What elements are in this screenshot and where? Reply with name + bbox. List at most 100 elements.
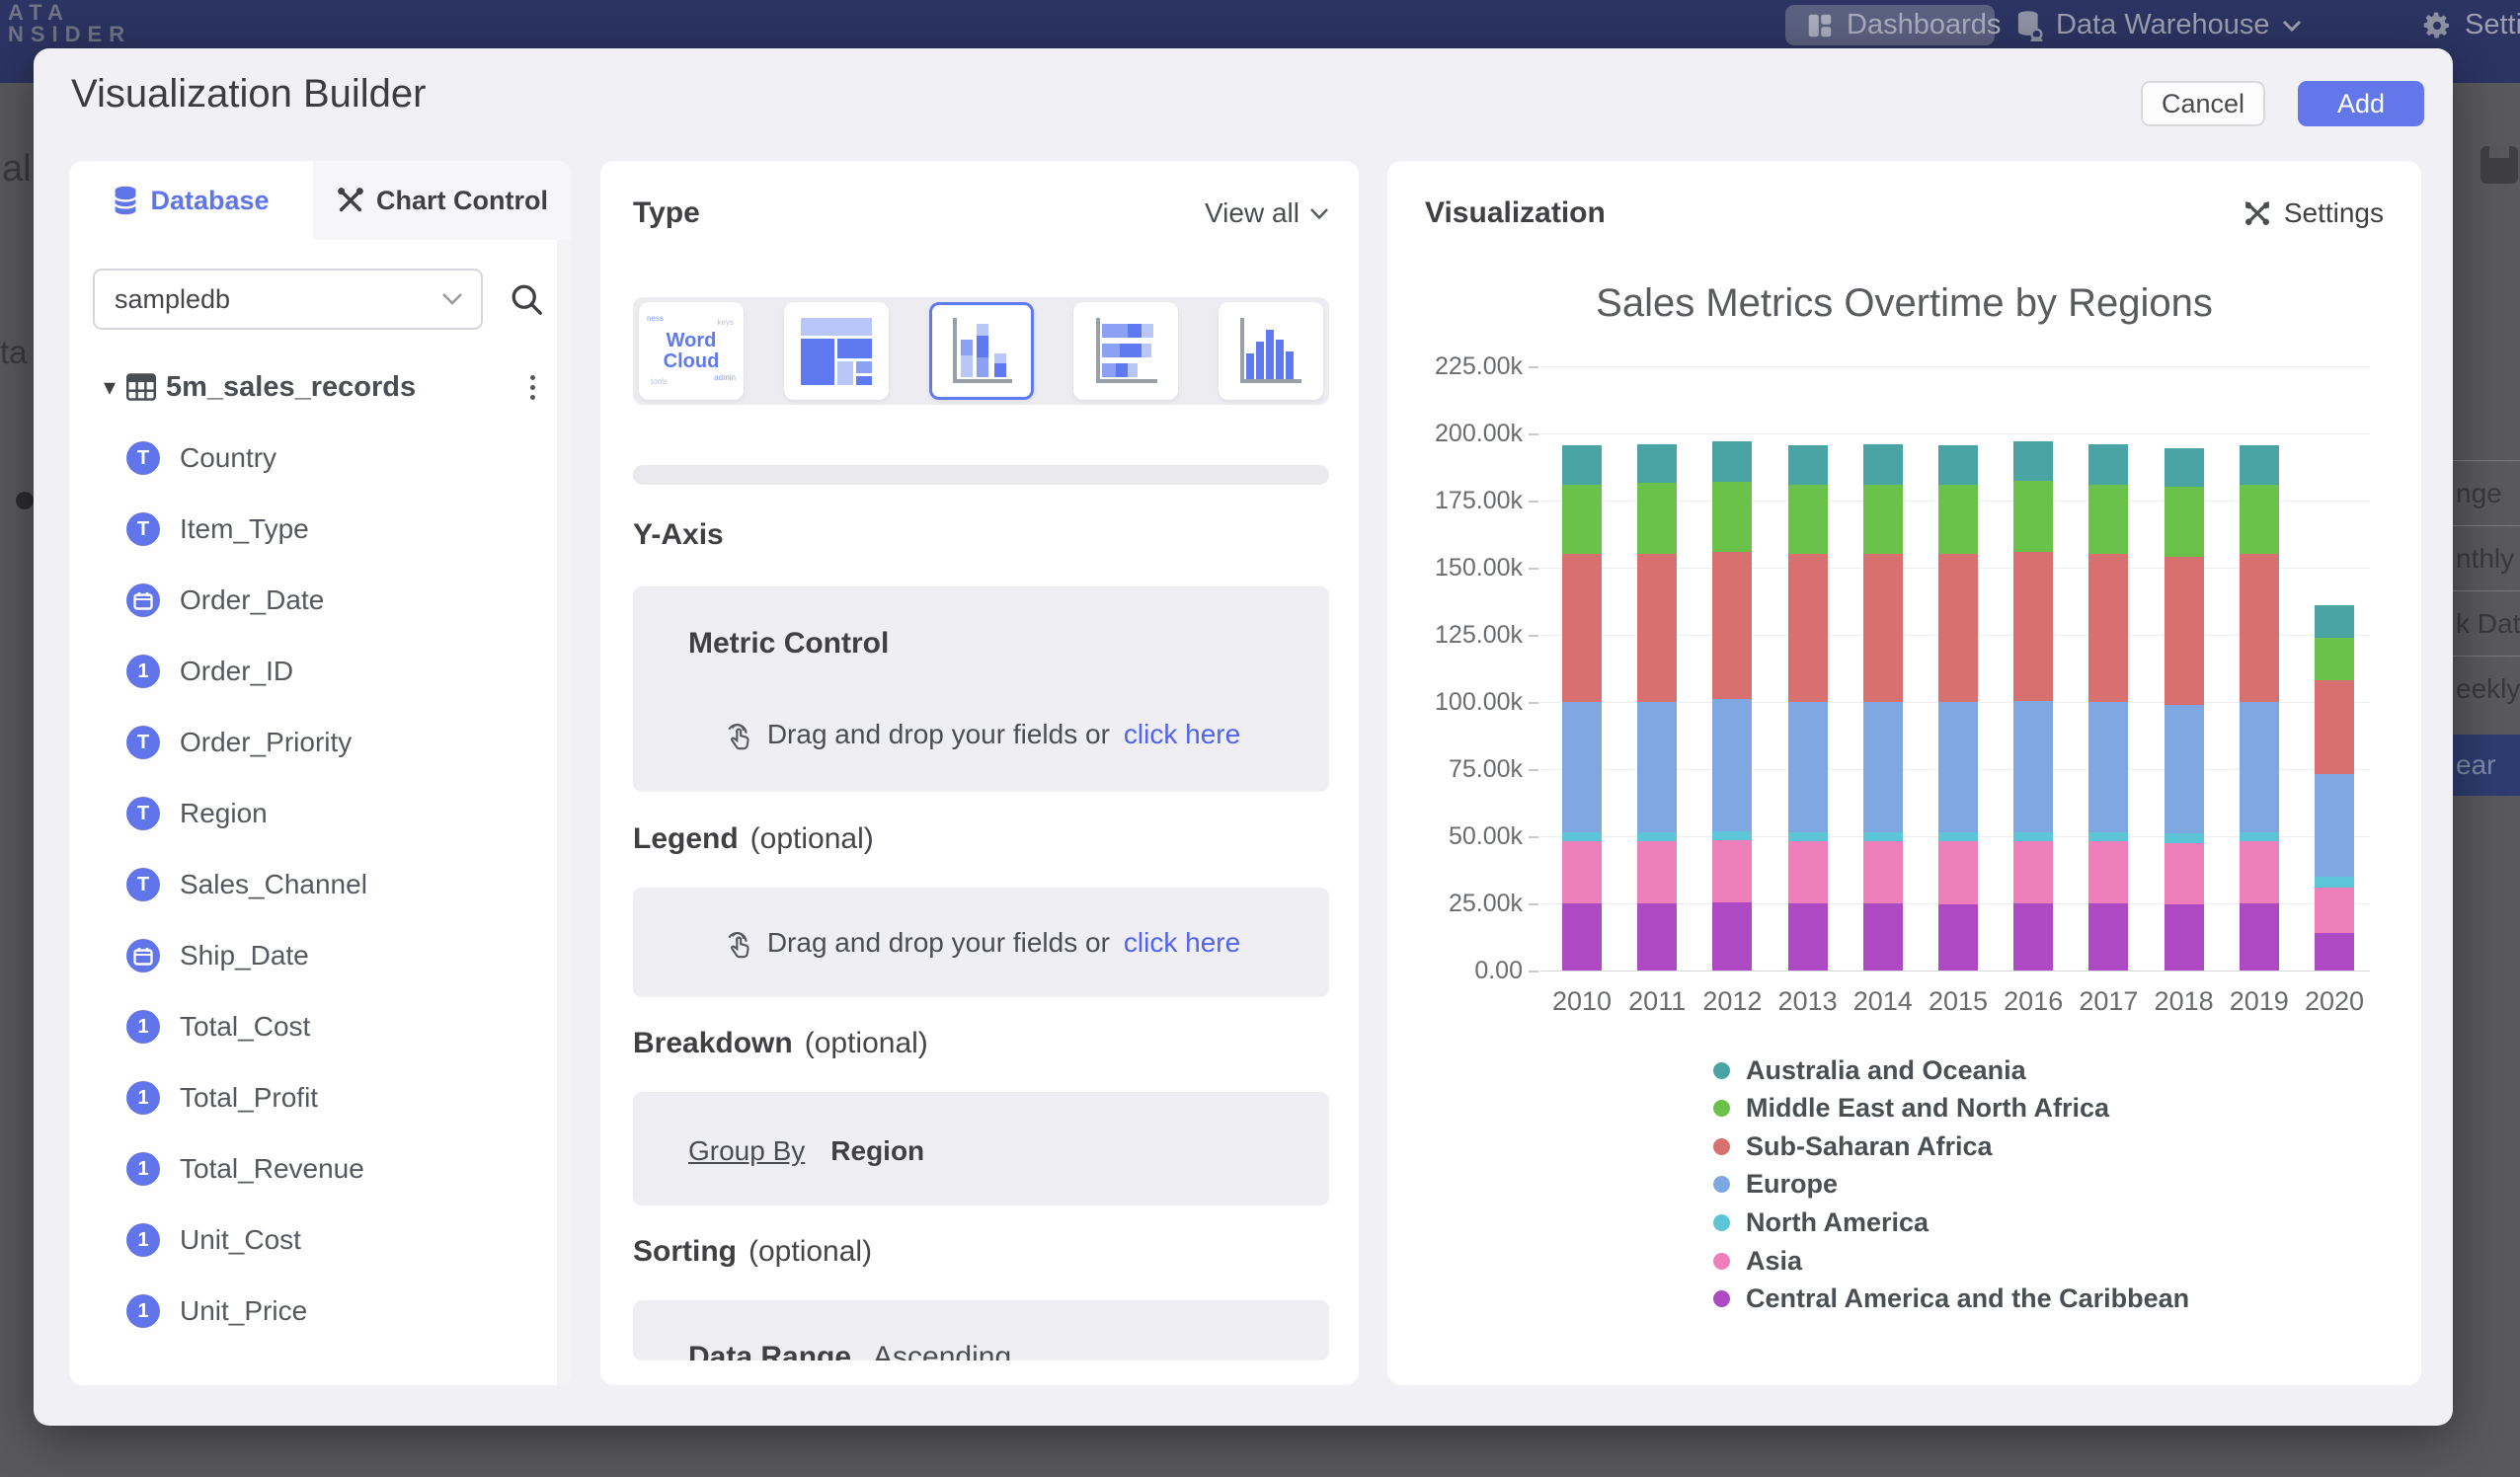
field-row-order_priority[interactable]: TOrder_Priority [69,707,557,778]
legend-item[interactable]: Central America and the Caribbean [1713,1284,2189,1314]
nav-warehouse-label: Data Warehouse [2056,9,2270,41]
kebab-menu-icon[interactable] [530,375,535,400]
metric-control-dropzone[interactable]: Metric Control Drag and drop your fields… [633,586,1329,792]
nav-dashboards[interactable]: Dashboards [1785,5,1995,45]
y-axis-label: 25.00k [1392,890,1523,918]
bar-2014[interactable] [1863,366,1903,971]
bar-2010[interactable] [1562,366,1602,971]
bar-segment [1938,485,1978,555]
visualization-panel: Visualization Settings Sales Metrics Ove… [1387,161,2421,1385]
field-row-total_profit[interactable]: 1Total_Profit [69,1062,557,1133]
bar-segment [2315,877,2354,888]
bar-2016[interactable] [2013,366,2053,971]
bar-2018[interactable] [2165,366,2204,971]
bar-2020[interactable] [2315,366,2354,971]
field-row-order_date[interactable]: Order_Date [69,565,557,636]
y-axis-tick [1529,635,1538,637]
field-row-region[interactable]: TRegion [69,778,557,849]
legend-item[interactable]: Middle East and North Africa [1713,1094,2109,1124]
legend-dropzone[interactable]: Drag and drop your fields or click here [633,888,1329,997]
chart-type-treemap[interactable] [784,302,889,400]
table-row-header[interactable]: ▾ 5m_sales_records [69,351,557,423]
metric-control-title: Metric Control [688,627,889,661]
viz-settings-button[interactable]: Settings [2243,197,2384,229]
bar-segment [1863,702,1903,832]
chevron-down-icon [441,292,463,306]
field-row-order_id[interactable]: 1Order_ID [69,636,557,707]
chart-title: Sales Metrics Overtime by Regions [1387,281,2421,326]
x-axis-label: 2016 [1996,986,2071,1017]
table-icon [126,373,156,401]
text-type-icon: T [126,868,160,901]
field-row-unit_price[interactable]: 1Unit_Price [69,1276,557,1347]
bar-segment [1938,832,1978,842]
legend-dot [1713,1253,1730,1270]
bar-segment [1562,554,1602,702]
left-panel-scrollbar[interactable] [557,240,572,1385]
bar-segment [2088,832,2128,842]
add-button[interactable]: Add [2298,81,2424,126]
bar-2013[interactable] [1788,366,1828,971]
field-row-unit_cost[interactable]: 1Unit_Cost [69,1205,557,1276]
y-axis-tick [1529,836,1538,838]
legend-dot [1713,1290,1730,1307]
field-row-item_type[interactable]: TItem_Type [69,494,557,565]
tap-icon [722,927,753,959]
chart-type-stacked-column-selected[interactable] [929,302,1034,400]
datasource-select[interactable]: sampledb [93,269,483,330]
caret-down-icon[interactable]: ▾ [93,373,126,402]
view-all-button[interactable]: View all [1205,197,1329,229]
legend-item[interactable]: North America [1713,1207,1929,1237]
number-type-icon: 1 [126,1223,160,1257]
gridline [1540,971,2370,972]
y-axis-tick [1529,769,1538,771]
bar-2017[interactable] [2088,366,2128,971]
chart-type-wordcloud[interactable]: WordCloud ness keys tools admin [639,302,744,400]
chart-type-scrollbar[interactable] [633,465,1329,485]
legend-item[interactable]: Australia and Oceania [1713,1055,2026,1085]
bar-2012[interactable] [1712,366,1752,971]
bar-2015[interactable] [1938,366,1978,971]
nav-settings[interactable]: Settin [2421,5,2520,45]
bar-segment [2013,832,2053,842]
number-type-icon: 1 [126,1152,160,1186]
field-row-total_revenue[interactable]: 1Total_Revenue [69,1133,557,1205]
field-name: Order_ID [180,656,293,687]
legend-label: Australia and Oceania [1746,1055,2026,1086]
cancel-button[interactable]: Cancel [2141,81,2265,126]
nav-data-warehouse[interactable]: Data Warehouse [2014,5,2302,45]
click-here-link[interactable]: click here [1124,927,1240,959]
legend-item[interactable]: Europe [1713,1170,1838,1200]
background-page-text: ta [0,334,28,371]
tab-database[interactable]: Database [69,161,313,240]
field-name: Item_Type [180,513,309,545]
chart-type-stacked-bar[interactable] [1073,302,1178,400]
bar-segment [1788,903,1828,971]
breakdown-group-box[interactable]: Group By Region [633,1092,1329,1205]
field-row-sales_channel[interactable]: TSales_Channel [69,849,557,920]
bar-segment [1938,702,1978,832]
field-row-ship_date[interactable]: Ship_Date [69,920,557,991]
legend-section-title: Legend [633,822,739,856]
y-axis-label: 200.00k [1392,420,1523,448]
sorting-box[interactable]: Data Range Ascending [633,1300,1329,1360]
save-icon [2481,146,2518,184]
click-here-link[interactable]: click here [1124,719,1240,750]
field-row-country[interactable]: TCountry [69,423,557,494]
group-by-link[interactable]: Group By [688,1135,805,1167]
tab-chart-control[interactable]: Chart Control [313,161,572,240]
bar-2011[interactable] [1637,366,1677,971]
x-axis-label: 2019 [2222,986,2297,1017]
legend-item[interactable]: Sub-Saharan Africa [1713,1131,1993,1161]
search-icon[interactable] [509,281,544,317]
field-row-total_cost[interactable]: 1Total_Cost [69,991,557,1062]
bar-segment [1863,485,1903,555]
bar-2019[interactable] [2240,366,2279,971]
y-axis-label: 100.00k [1392,688,1523,717]
bar-segment [2315,680,2354,774]
calendar-icon [126,939,160,972]
legend-item[interactable]: Asia [1713,1246,1802,1276]
dashboards-icon [1805,11,1835,40]
left-panel-tabs: Database Chart Control [69,161,572,240]
chart-type-column[interactable] [1219,302,1323,400]
